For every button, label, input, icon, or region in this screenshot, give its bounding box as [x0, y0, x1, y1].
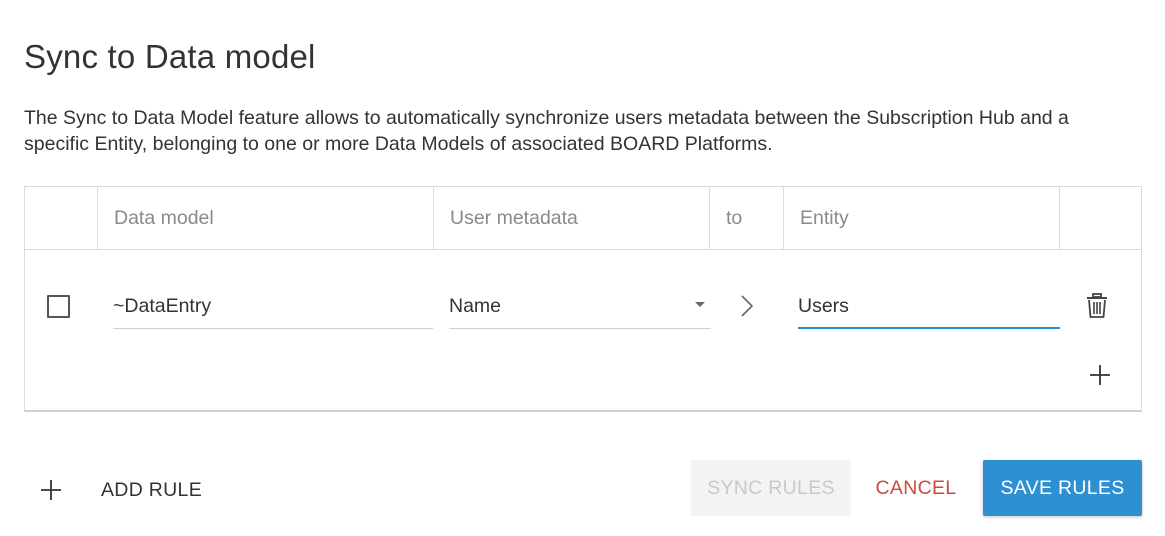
- user-metadata-select[interactable]: Name: [449, 283, 711, 329]
- add-rule-button[interactable]: ADD RULE: [40, 470, 202, 510]
- header-to: to: [710, 187, 784, 249]
- caret-down-icon: [695, 302, 705, 307]
- plus-icon: [41, 480, 61, 500]
- trash-icon[interactable]: [1085, 293, 1109, 319]
- table-header: Data model User metadata to Entity: [25, 187, 1141, 250]
- header-user-metadata: User metadata: [434, 187, 710, 249]
- row-checkbox[interactable]: [47, 295, 70, 318]
- header-data-model: Data model: [98, 187, 434, 249]
- entity-value: Users: [798, 295, 849, 317]
- add-rule-label: ADD RULE: [101, 478, 203, 501]
- data-model-field[interactable]: ~DataEntry: [113, 283, 433, 329]
- data-model-value: ~DataEntry: [113, 295, 212, 317]
- header-entity: Entity: [784, 187, 1060, 249]
- rules-table: Data model User metadata to Entity ~Data…: [24, 186, 1142, 412]
- entity-field[interactable]: Users: [798, 283, 1060, 329]
- chevron-right-icon: [741, 295, 754, 317]
- header-actions: [1060, 187, 1143, 249]
- dialog-description: The Sync to Data Model feature allows to…: [24, 107, 1069, 155]
- save-rules-button[interactable]: SAVE RULES: [983, 460, 1142, 516]
- dialog-title: Sync to Data model: [24, 38, 316, 75]
- add-entity-plus-icon[interactable]: [1089, 364, 1111, 386]
- header-select: [25, 187, 98, 249]
- user-metadata-value: Name: [449, 295, 502, 317]
- cancel-button[interactable]: CANCEL: [862, 460, 970, 516]
- sync-rules-button[interactable]: SYNC RULES: [691, 460, 851, 516]
